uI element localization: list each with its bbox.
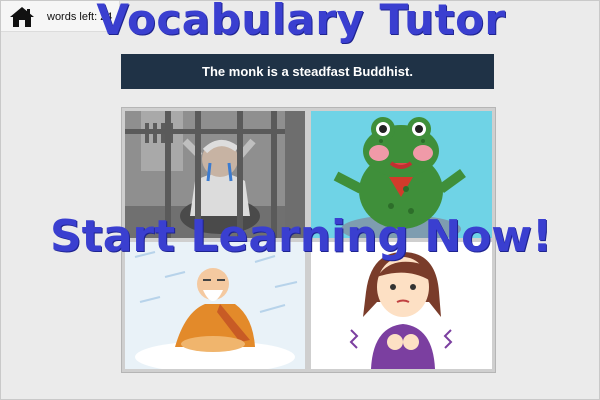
sentence-prompt: The monk is a steadfast Buddhist. [121,54,494,89]
start-learning-button[interactable]: Start Learning Now! [1,211,600,262]
app-frame: words left: 24 Vocabulary Tutor The monk… [0,0,600,400]
app-title: Vocabulary Tutor [96,0,506,44]
